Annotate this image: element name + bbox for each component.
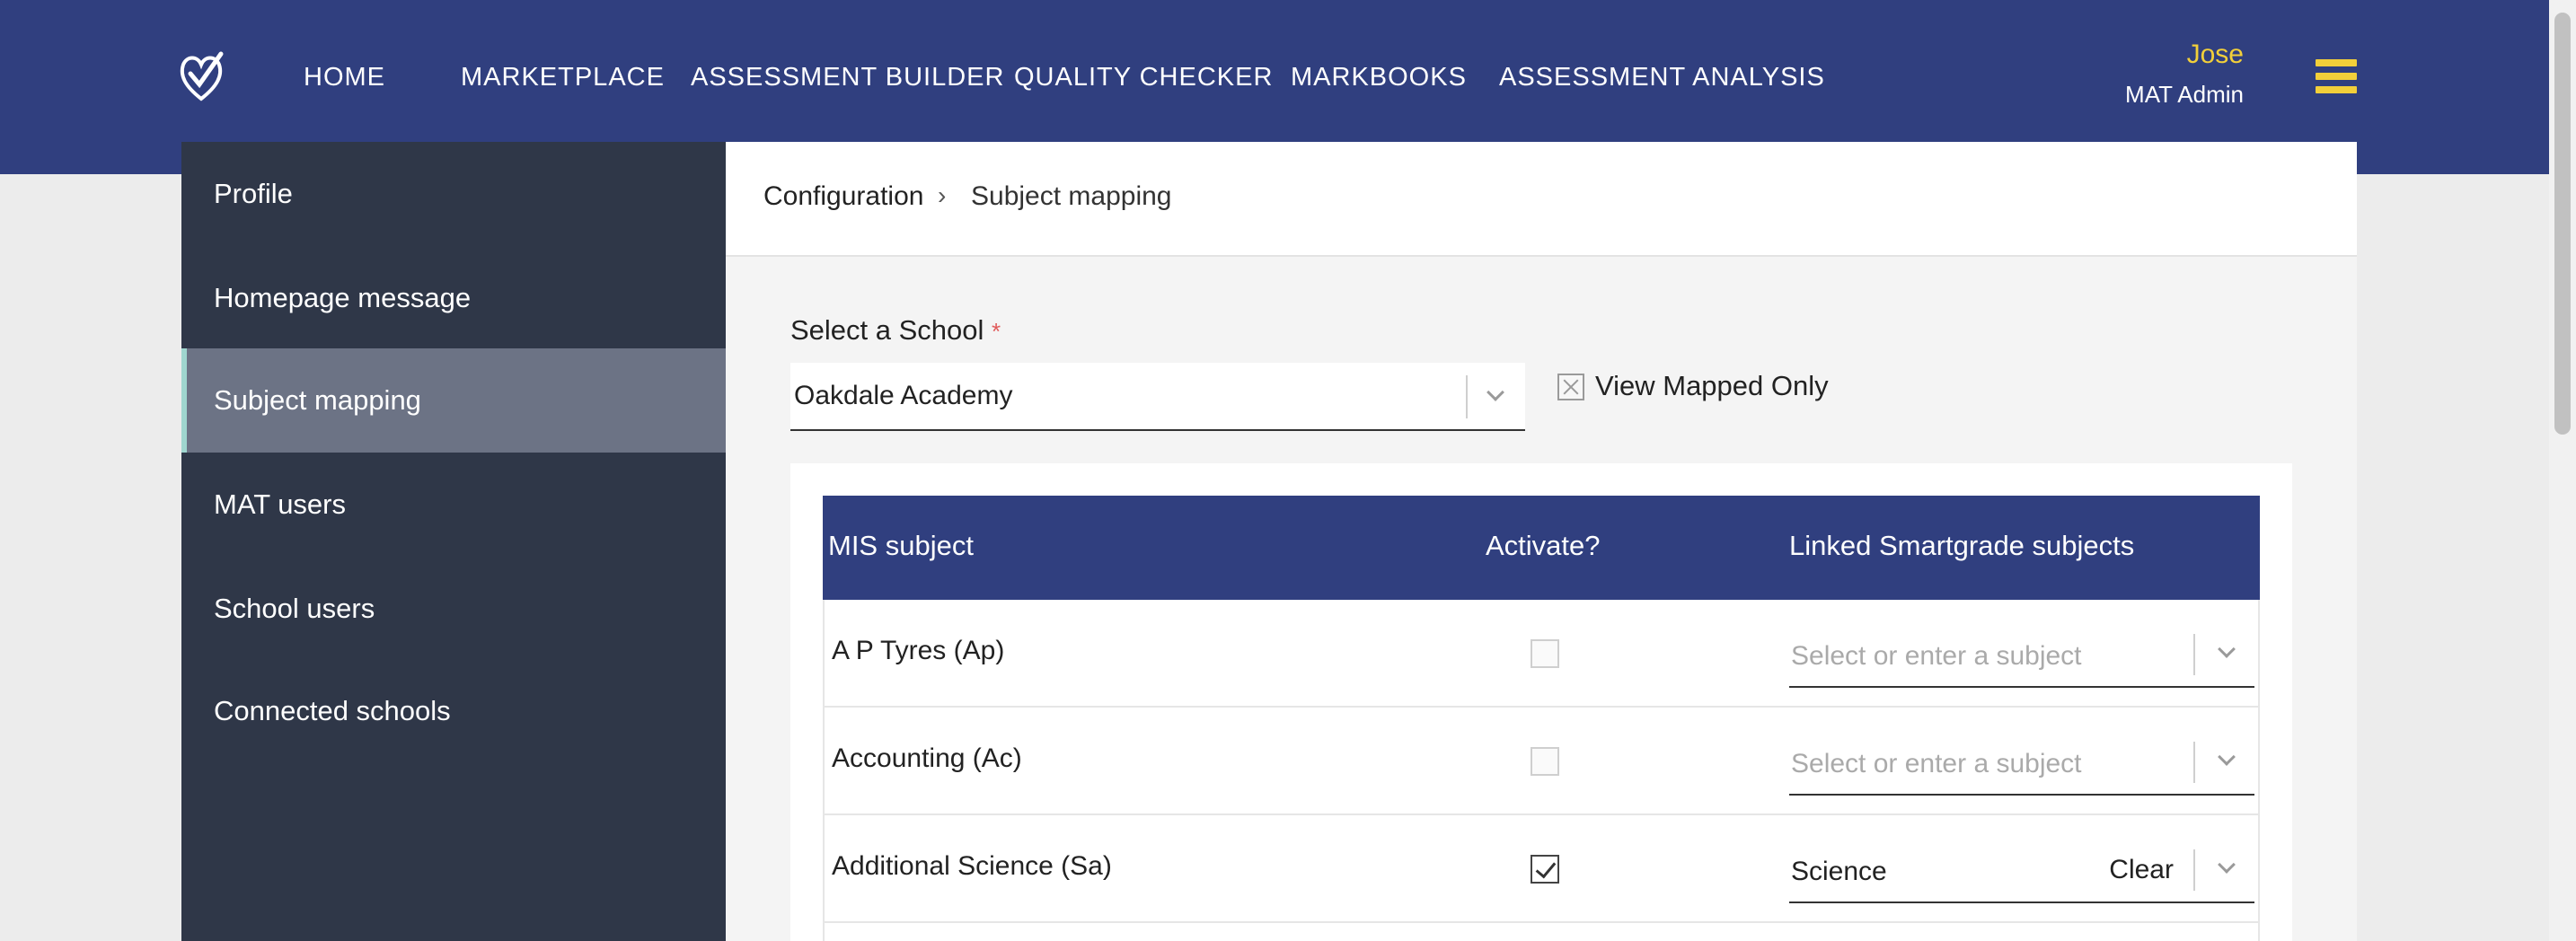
linked-subject-select[interactable]: Science Clear bbox=[1789, 837, 2254, 903]
breadcrumb: Configuration › Subject mapping bbox=[726, 142, 2357, 257]
chevron-down-icon[interactable] bbox=[2218, 856, 2236, 874]
activate-checkbox[interactable] bbox=[1531, 639, 1559, 668]
heart-check-logo-icon[interactable] bbox=[178, 50, 225, 102]
nav-assessment-builder[interactable]: ASSESSMENT BUILDER bbox=[691, 59, 1004, 95]
activate-checkbox[interactable] bbox=[1531, 747, 1559, 776]
nav-marketplace[interactable]: MARKETPLACE bbox=[461, 59, 665, 95]
table-row bbox=[823, 923, 2260, 941]
user-name[interactable]: Jose bbox=[2187, 40, 2244, 70]
nav-quality-checker[interactable]: QUALITY CHECKER bbox=[1014, 59, 1273, 95]
select-divider bbox=[2193, 634, 2195, 675]
sidebar: Profile Homepage message Subject mapping… bbox=[181, 142, 726, 941]
nav-home[interactable]: HOME bbox=[304, 59, 385, 95]
linked-subject-placeholder: Select or enter a subject bbox=[1791, 749, 2082, 778]
chevron-down-icon[interactable] bbox=[2218, 748, 2236, 766]
school-select-value: Oakdale Academy bbox=[794, 381, 1013, 410]
select-divider bbox=[2193, 742, 2195, 783]
breadcrumb-separator-icon: › bbox=[938, 181, 947, 209]
required-asterisk: * bbox=[992, 318, 1001, 345]
view-mapped-only-label[interactable]: View Mapped Only bbox=[1595, 370, 1829, 402]
header-mis-subject: MIS subject bbox=[828, 530, 974, 561]
hamburger-menu-icon[interactable] bbox=[2316, 59, 2357, 93]
select-divider bbox=[1466, 375, 1468, 418]
sidebar-item-subject-mapping[interactable]: Subject mapping bbox=[181, 348, 726, 453]
table-row: Additional Science (Sa) Science Clear bbox=[823, 815, 2260, 923]
sidebar-item-homepage-message[interactable]: Homepage message bbox=[181, 246, 726, 350]
linked-subject-select[interactable]: Select or enter a subject bbox=[1789, 621, 2254, 688]
activate-checkbox-checked[interactable] bbox=[1531, 855, 1559, 884]
view-mapped-only-checkbox[interactable] bbox=[1557, 374, 1584, 400]
school-select-label-text: Select a School bbox=[790, 314, 984, 346]
clear-button[interactable]: Clear bbox=[2109, 855, 2174, 885]
school-select-label: Select a School * bbox=[790, 314, 1001, 347]
scrollbar-thumb[interactable] bbox=[2554, 13, 2571, 435]
nav-markbooks[interactable]: MARKBOOKS bbox=[1291, 59, 1467, 95]
linked-subject-select[interactable]: Select or enter a subject bbox=[1789, 729, 2254, 796]
table-row: Accounting (Ac) Select or enter a subjec… bbox=[823, 708, 2260, 815]
school-select[interactable]: Oakdale Academy bbox=[790, 363, 1525, 431]
header-linked-subjects: Linked Smartgrade subjects bbox=[1789, 530, 2135, 561]
linked-subject-placeholder: Select or enter a subject bbox=[1791, 641, 2082, 671]
chevron-down-icon[interactable] bbox=[2218, 640, 2236, 658]
mis-subject-name: Additional Science (Sa) bbox=[832, 851, 1112, 881]
sidebar-item-school-users[interactable]: School users bbox=[181, 557, 726, 661]
linked-subject-value: Science bbox=[1791, 857, 1887, 886]
sidebar-item-connected-schools[interactable]: Connected schools bbox=[181, 659, 726, 763]
mis-subject-name: A P Tyres (Ap) bbox=[832, 636, 1005, 665]
main-content: Configuration › Subject mapping Select a… bbox=[726, 142, 2357, 941]
table-row: A P Tyres (Ap) Select or enter a subject bbox=[823, 600, 2260, 708]
sidebar-item-mat-users[interactable]: MAT users bbox=[181, 453, 726, 557]
subject-mapping-card: MIS subject Activate? Linked Smartgrade … bbox=[790, 463, 2292, 941]
breadcrumb-current: Subject mapping bbox=[971, 181, 1172, 211]
chevron-down-icon[interactable] bbox=[1486, 383, 1504, 401]
user-role: MAT Admin bbox=[2125, 81, 2244, 108]
vertical-scrollbar[interactable] bbox=[2549, 0, 2576, 941]
table-header: MIS subject Activate? Linked Smartgrade … bbox=[823, 496, 2260, 600]
breadcrumb-configuration[interactable]: Configuration bbox=[763, 181, 923, 212]
sidebar-item-profile[interactable]: Profile bbox=[181, 142, 726, 246]
mis-subject-name: Accounting (Ac) bbox=[832, 743, 1022, 773]
select-divider bbox=[2193, 849, 2195, 891]
nav-assessment-analysis[interactable]: ASSESSMENT ANALYSIS bbox=[1499, 59, 1825, 95]
header-activate: Activate? bbox=[1486, 530, 1601, 561]
